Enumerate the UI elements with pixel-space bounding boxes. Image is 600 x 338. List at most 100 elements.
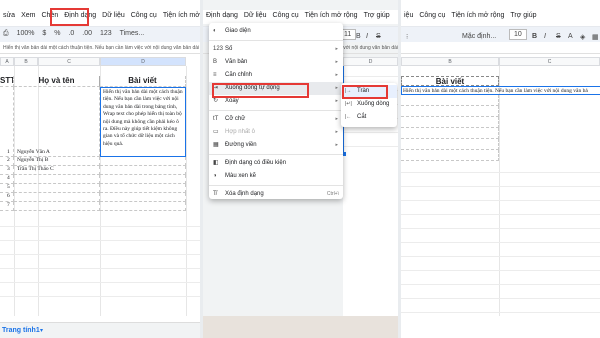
shortcut-label: Ctrl+\ xyxy=(326,191,339,197)
wrap-option-xuong-dong[interactable]: |↵| Xuống dòng xyxy=(341,98,397,111)
row-number-1[interactable]: 1 xyxy=(0,87,14,157)
menu-item-xoa-dinh-dang[interactable]: T̸ Xóa định dạng Ctrl+\ xyxy=(209,188,343,201)
name-cell-6[interactable] xyxy=(14,193,100,202)
name-cell-4[interactable] xyxy=(14,175,100,184)
italic-button[interactable]: I xyxy=(363,30,371,43)
column-header-c[interactable]: C xyxy=(38,57,100,66)
menu-data[interactable]: Dữ liệu xyxy=(241,10,270,21)
font-select[interactable]: Times... xyxy=(117,27,148,40)
post-cell-4[interactable] xyxy=(401,117,499,128)
strikethrough-button[interactable]: S xyxy=(553,30,564,43)
post-cell-6[interactable] xyxy=(100,193,186,202)
menu-tools[interactable]: Công cụ xyxy=(128,10,160,21)
column-header-d[interactable]: D xyxy=(100,57,186,66)
menu-view[interactable]: Xem xyxy=(18,10,38,21)
decrease-decimal-button[interactable]: .0 xyxy=(65,27,77,40)
sheet-panel-1: sửa Xem Chèn Định dạng Dữ liệu Công cụ Tiện íc… xyxy=(0,0,200,338)
row-number-6[interactable]: 6 xyxy=(0,193,14,202)
post-cell-5[interactable] xyxy=(401,128,499,139)
column-header-a[interactable]: A xyxy=(0,57,14,66)
overflow-text-cell[interactable]: Hiển thị văn bản dài một cách thuận tiện… xyxy=(401,86,600,95)
more-formats-icon[interactable]: ⁝ xyxy=(403,30,411,44)
number-format-button[interactable]: 123 xyxy=(97,27,115,40)
post-cell-7[interactable] xyxy=(401,150,499,161)
post-cell-3[interactable] xyxy=(100,166,186,175)
italic-button[interactable]: I xyxy=(541,30,549,43)
menu-data[interactable]: iệu xyxy=(401,10,416,21)
menu-item-giao-dien[interactable]: ◐ Giao diện xyxy=(209,25,343,38)
row-number-4[interactable]: 4 xyxy=(0,175,14,184)
name-cell-3[interactable]: Trần Thị Thảo C xyxy=(14,166,100,175)
chevron-right-icon: ▸ xyxy=(335,85,338,91)
giao-dien-icon: ◐ xyxy=(213,28,217,34)
menu-separator xyxy=(209,185,343,186)
post-cell-2[interactable] xyxy=(100,157,186,166)
header-cell-post[interactable]: Bài viết xyxy=(401,76,499,86)
menu-help[interactable]: Trợ giúp xyxy=(507,10,539,21)
increase-decimal-button[interactable]: .00 xyxy=(79,27,95,40)
menu-item-so[interactable]: 123 Số ▸ xyxy=(209,43,343,56)
text-color-icon[interactable]: A xyxy=(565,30,576,43)
zoom-select[interactable]: 100% xyxy=(14,27,38,40)
name-cell-2[interactable]: Nguyễn Thị B xyxy=(14,157,100,166)
currency-button[interactable]: $ xyxy=(39,27,49,40)
header-cell-stt[interactable]: STT xyxy=(0,76,14,87)
wrap-option-cat[interactable]: |← Cắt xyxy=(341,111,397,124)
chevron-down-icon[interactable]: ▾ xyxy=(40,327,43,334)
column-header-b[interactable]: B xyxy=(14,57,38,66)
menu-format[interactable]: Định dạng xyxy=(203,10,241,21)
menu-help[interactable]: Trợ giúp xyxy=(361,10,393,21)
menu-item-co-chu[interactable]: tT Cỡ chữ ▸ xyxy=(209,113,343,126)
fill-color-icon[interactable]: ◈ xyxy=(577,30,588,44)
post-cell-5[interactable] xyxy=(100,184,186,193)
menu-item-mau-xen-ke[interactable]: ◑ Màu xen kẽ xyxy=(209,170,343,183)
sheet-panel-3: iệu Công cụ Tiện ích mở rộng Trợ giúp ⁝ Mặc… xyxy=(401,0,600,338)
row-number-5[interactable]: 5 xyxy=(0,184,14,193)
formula-bar[interactable] xyxy=(401,43,600,54)
row-number-2[interactable]: 2 xyxy=(0,157,14,166)
formula-bar[interactable]: Hiển thị văn bản dài một cách thuận tiện… xyxy=(0,43,200,54)
font-select[interactable]: Mặc định... xyxy=(459,30,499,43)
row-number-7[interactable]: 7 xyxy=(0,202,14,211)
post-cell-6[interactable] xyxy=(401,139,499,150)
chevron-right-icon: ▸ xyxy=(335,116,338,122)
sheet-tab[interactable]: Trang tính1 xyxy=(2,327,40,334)
name-cell-1[interactable]: Nguyễn Văn A xyxy=(14,87,100,157)
post-cell-4[interactable] xyxy=(100,175,186,184)
percent-button[interactable]: % xyxy=(51,27,63,40)
mau-xen-ke-icon: ◑ xyxy=(213,173,217,179)
header-cell-post[interactable]: Bài viết xyxy=(100,76,186,87)
strikethrough-button[interactable]: S xyxy=(373,30,384,43)
menu-extensions[interactable]: Tiện ích mở rộng xyxy=(302,10,361,21)
selected-wrapped-cell[interactable]: Hiển thị văn bản dài một cách thuận tiện… xyxy=(100,87,186,157)
row-number-3[interactable]: 3 xyxy=(0,166,14,175)
header-cell-name[interactable]: Họ và tên xyxy=(14,76,100,87)
print-icon[interactable]: ⎙ xyxy=(0,27,12,41)
font-size-input[interactable]: 10 xyxy=(509,29,527,40)
post-cell-2[interactable] xyxy=(401,95,499,106)
menu-edit[interactable]: sửa xyxy=(0,10,18,21)
borders-icon[interactable]: ▦ xyxy=(589,30,600,44)
name-cell-7[interactable] xyxy=(14,202,100,211)
post-cell-3[interactable] xyxy=(401,106,499,117)
name-cell-5[interactable] xyxy=(14,184,100,193)
column-header-b[interactable]: B xyxy=(401,57,499,66)
menu-item-van-ban[interactable]: B Văn bản ▸ xyxy=(209,56,343,69)
menu-extensions[interactable]: Tiện ích mở rộng xyxy=(448,10,507,21)
menu-item-can-chinh[interactable]: ≡ Căn chỉnh ▸ xyxy=(209,69,343,82)
chevron-right-icon: ▸ xyxy=(335,142,338,148)
co-chu-icon: tT xyxy=(213,116,219,122)
column-header-d[interactable]: D xyxy=(343,57,398,66)
menu-tools[interactable]: Công cụ xyxy=(270,10,302,21)
bold-button[interactable]: B xyxy=(529,30,540,43)
post-cell-7[interactable] xyxy=(100,202,186,211)
menu-tools[interactable]: Công cụ xyxy=(416,10,448,21)
menu-item-dinh-dang-co-dieu-kien[interactable]: ◧ Định dạng có điều kiện xyxy=(209,157,343,170)
menu-extensions[interactable]: Tiện ích mở rộng xyxy=(160,10,200,21)
menu-item-duong-vien[interactable]: ▦ Đường viền ▸ xyxy=(209,139,343,152)
menu-data[interactable]: Dữ liệu xyxy=(99,10,128,21)
menu-item-hop-nhat-o[interactable]: ▭ Hợp nhất ô ▸ xyxy=(209,126,343,139)
column-header-c[interactable]: C xyxy=(499,57,600,66)
menu-separator xyxy=(209,110,343,111)
can-chinh-icon: ≡ xyxy=(213,72,217,78)
